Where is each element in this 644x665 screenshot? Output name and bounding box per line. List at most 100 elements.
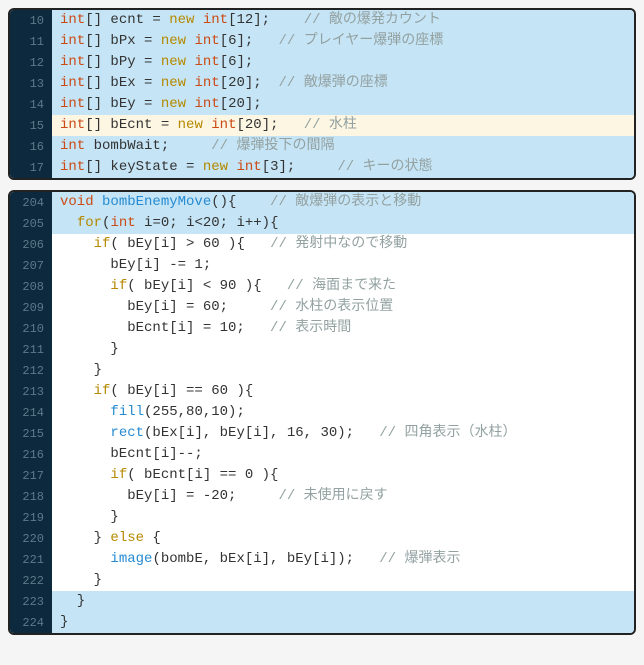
code-line[interactable]: 215 rect(bEx[i], bEy[i], 16, 30); // 四角表… bbox=[10, 423, 634, 444]
code-token: int bbox=[194, 33, 219, 49]
code-token: [] bEx = bbox=[85, 75, 161, 91]
code-token: } bbox=[60, 509, 119, 525]
code-line[interactable]: 14int[] bEy = new int[20]; bbox=[10, 94, 634, 115]
code-token bbox=[60, 404, 110, 420]
code-line[interactable]: 214 fill(255,80,10); bbox=[10, 402, 634, 423]
code-content[interactable]: image(bombE, bEx[i], bEy[i]); // 爆弾表示 bbox=[52, 549, 634, 570]
code-content[interactable]: int[] bEy = new int[20]; bbox=[52, 94, 634, 115]
code-content[interactable]: } bbox=[52, 570, 634, 591]
code-line[interactable]: 17int[] keyState = new int[3]; // キーの状態 bbox=[10, 157, 634, 178]
code-content[interactable]: } bbox=[52, 612, 634, 633]
code-token: new bbox=[178, 117, 203, 133]
code-content[interactable]: bEy[i] -= 1; bbox=[52, 255, 634, 276]
code-token: // 発射中なので移動 bbox=[270, 236, 407, 252]
line-number: 206 bbox=[10, 234, 52, 255]
code-token: rect bbox=[110, 425, 144, 441]
code-token: void bbox=[60, 194, 94, 210]
code-content[interactable]: if( bEcnt[i] == 0 ){ bbox=[52, 465, 634, 486]
code-line[interactable]: 218 bEy[i] = -20; // 未使用に戻す bbox=[10, 486, 634, 507]
code-content[interactable]: } bbox=[52, 360, 634, 381]
code-line[interactable]: 224} bbox=[10, 612, 634, 633]
line-number: 16 bbox=[10, 136, 52, 157]
code-content[interactable]: rect(bEx[i], bEy[i], 16, 30); // 四角表示（水柱… bbox=[52, 423, 634, 444]
code-content[interactable]: void bombEnemyMove(){ // 敵爆弾の表示と移動 bbox=[52, 192, 634, 213]
code-line[interactable]: 210 bEcnt[i] = 10; // 表示時間 bbox=[10, 318, 634, 339]
line-number: 17 bbox=[10, 157, 52, 178]
code-token: int bbox=[194, 54, 219, 70]
line-number: 14 bbox=[10, 94, 52, 115]
code-content[interactable]: int[] bEx = new int[20]; // 敵爆弾の座標 bbox=[52, 73, 634, 94]
code-line[interactable]: 217 if( bEcnt[i] == 0 ){ bbox=[10, 465, 634, 486]
code-token: [6]; bbox=[220, 33, 279, 49]
code-token bbox=[60, 551, 110, 567]
code-token: // 海面まで来た bbox=[287, 278, 396, 294]
code-token: int bbox=[60, 75, 85, 91]
code-content[interactable]: bEy[i] = -20; // 未使用に戻す bbox=[52, 486, 634, 507]
code-content[interactable]: int[] ecnt = new int[12]; // 敵の爆発カウント bbox=[52, 10, 634, 31]
line-number: 15 bbox=[10, 115, 52, 136]
code-token: bEy[i] = -20; bbox=[60, 488, 278, 504]
code-token bbox=[60, 383, 94, 399]
code-token: int bbox=[60, 54, 85, 70]
code-token: new bbox=[169, 12, 194, 28]
code-token: image bbox=[110, 551, 152, 567]
code-line[interactable]: 212 } bbox=[10, 360, 634, 381]
code-content[interactable]: if( bEy[i] > 60 ){ // 発射中なので移動 bbox=[52, 234, 634, 255]
code-line[interactable]: 10int[] ecnt = new int[12]; // 敵の爆発カウント bbox=[10, 10, 634, 31]
code-line[interactable]: 207 bEy[i] -= 1; bbox=[10, 255, 634, 276]
code-content[interactable]: } bbox=[52, 339, 634, 360]
code-content[interactable]: } else { bbox=[52, 528, 634, 549]
code-line[interactable]: 206 if( bEy[i] > 60 ){ // 発射中なので移動 bbox=[10, 234, 634, 255]
code-token bbox=[194, 12, 202, 28]
code-content[interactable]: bEy[i] = 60; // 水柱の表示位置 bbox=[52, 297, 634, 318]
code-line[interactable]: 209 bEy[i] = 60; // 水柱の表示位置 bbox=[10, 297, 634, 318]
code-line[interactable]: 223 } bbox=[10, 591, 634, 612]
code-line[interactable]: 219 } bbox=[10, 507, 634, 528]
code-token: // プレイヤー爆弾の座標 bbox=[279, 33, 444, 49]
code-line[interactable]: 204void bombEnemyMove(){ // 敵爆弾の表示と移動 bbox=[10, 192, 634, 213]
code-line[interactable]: 220 } else { bbox=[10, 528, 634, 549]
code-content[interactable]: for(int i=0; i<20; i++){ bbox=[52, 213, 634, 234]
code-line[interactable]: 216 bEcnt[i]--; bbox=[10, 444, 634, 465]
code-content[interactable]: bEcnt[i] = 10; // 表示時間 bbox=[52, 318, 634, 339]
code-token bbox=[203, 117, 211, 133]
code-token: [3]; bbox=[262, 159, 338, 175]
code-content[interactable]: int[] bPy = new int[6]; bbox=[52, 52, 634, 73]
code-token: // 爆弾表示 bbox=[379, 551, 460, 567]
code-line[interactable]: 16int bombWait; // 爆弾投下の間隔 bbox=[10, 136, 634, 157]
line-number: 221 bbox=[10, 549, 52, 570]
code-content[interactable]: fill(255,80,10); bbox=[52, 402, 634, 423]
code-content[interactable]: int[] keyState = new int[3]; // キーの状態 bbox=[52, 157, 634, 178]
code-content[interactable]: } bbox=[52, 507, 634, 528]
code-token: if bbox=[110, 467, 127, 483]
code-token: // 敵爆弾の座標 bbox=[279, 75, 388, 91]
code-line[interactable]: 213 if( bEy[i] == 60 ){ bbox=[10, 381, 634, 402]
code-token: (255,80,10); bbox=[144, 404, 245, 420]
code-line[interactable]: 208 if( bEy[i] < 90 ){ // 海面まで来た bbox=[10, 276, 634, 297]
code-token: if bbox=[94, 236, 111, 252]
code-content[interactable]: if( bEy[i] < 90 ){ // 海面まで来た bbox=[52, 276, 634, 297]
line-number: 213 bbox=[10, 381, 52, 402]
code-line[interactable]: 222 } bbox=[10, 570, 634, 591]
code-token: } bbox=[60, 362, 102, 378]
code-token: bEy[i] -= 1; bbox=[60, 257, 211, 273]
code-line[interactable]: 221 image(bombE, bEx[i], bEy[i]); // 爆弾表… bbox=[10, 549, 634, 570]
code-line[interactable]: 205 for(int i=0; i<20; i++){ bbox=[10, 213, 634, 234]
code-line[interactable]: 11int[] bPx = new int[6]; // プレイヤー爆弾の座標 bbox=[10, 31, 634, 52]
code-line[interactable]: 13int[] bEx = new int[20]; // 敵爆弾の座標 bbox=[10, 73, 634, 94]
code-line[interactable]: 15int[] bEcnt = new int[20]; // 水柱 bbox=[10, 115, 634, 136]
code-content[interactable]: int[] bPx = new int[6]; // プレイヤー爆弾の座標 bbox=[52, 31, 634, 52]
code-token: new bbox=[161, 96, 186, 112]
code-token: // 表示時間 bbox=[270, 320, 351, 336]
code-content[interactable]: int[] bEcnt = new int[20]; // 水柱 bbox=[52, 115, 634, 136]
code-content[interactable]: bEcnt[i]--; bbox=[52, 444, 634, 465]
code-content[interactable]: } bbox=[52, 591, 634, 612]
code-content[interactable]: if( bEy[i] == 60 ){ bbox=[52, 381, 634, 402]
code-line[interactable]: 211 } bbox=[10, 339, 634, 360]
line-number: 217 bbox=[10, 465, 52, 486]
line-number: 210 bbox=[10, 318, 52, 339]
code-line[interactable]: 12int[] bPy = new int[6]; bbox=[10, 52, 634, 73]
code-content[interactable]: int bombWait; // 爆弾投下の間隔 bbox=[52, 136, 634, 157]
code-token: int bbox=[236, 159, 261, 175]
code-token: new bbox=[161, 54, 186, 70]
